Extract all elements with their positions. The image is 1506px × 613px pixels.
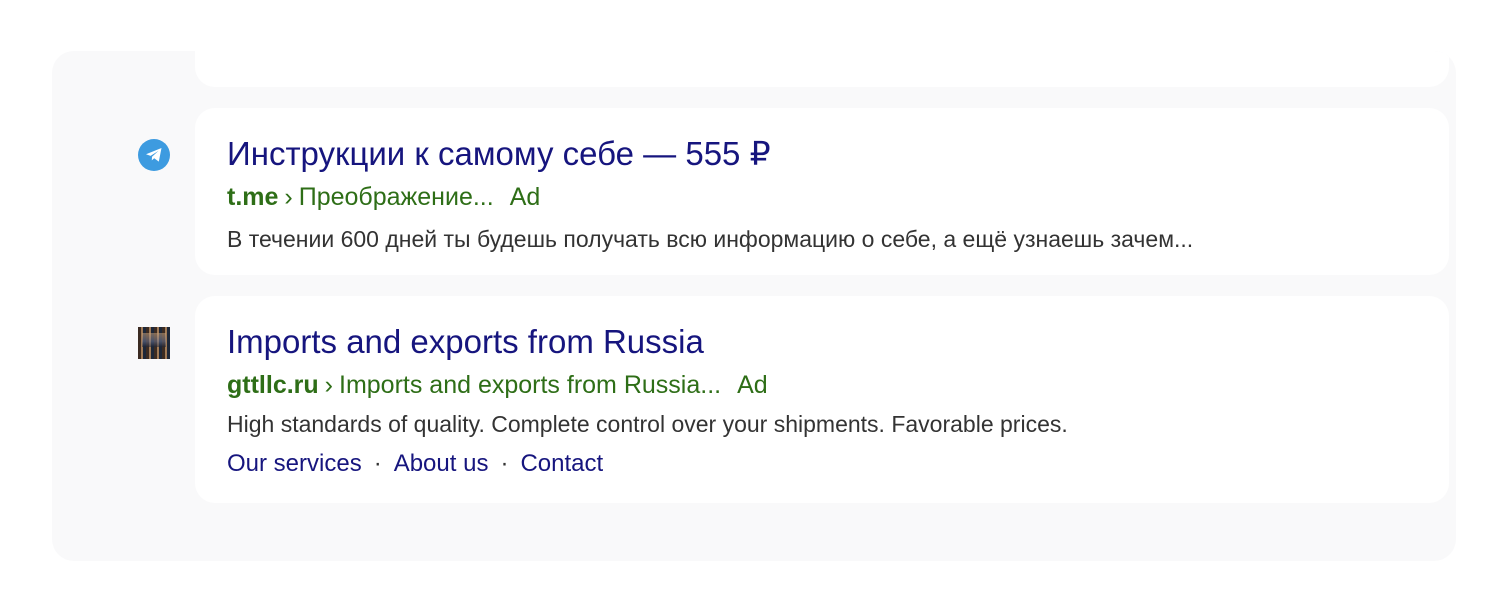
result-snippet: В течении 600 дней ты будешь получать вс… (227, 226, 1194, 252)
sitelink-contact[interactable]: Contact (520, 450, 603, 477)
ad-result-card[interactable]: Инструкции к самому себе — 555 ₽ t.me › Пр… (195, 108, 1449, 275)
sitelink-separator: · (500, 450, 509, 477)
result-snippet: High standards of quality. Complete cont… (227, 411, 1068, 437)
result-favicon (138, 139, 170, 171)
result-domain[interactable]: gttllc.ru (227, 371, 319, 399)
sitelinks: Our services · About us · Contact (227, 449, 603, 479)
ad-result-card[interactable]: Imports and exports from Russia gttllc.r… (195, 296, 1449, 503)
paper-plane-icon (146, 148, 162, 162)
telegram-icon (138, 139, 170, 171)
search-results-panel: Инструкции к самому себе — 555 ₽ t.me › Пр… (52, 51, 1456, 561)
sitelink-about-us[interactable]: About us (394, 450, 489, 477)
result-path[interactable]: Imports and exports from Russia... (339, 371, 721, 399)
result-favicon (138, 327, 170, 359)
result-domain[interactable]: t.me (227, 183, 278, 211)
sitelink-separator: · (373, 450, 382, 477)
site-thumbnail-icon (138, 327, 170, 359)
result-path[interactable]: Преображение... (299, 183, 494, 211)
result-url-line[interactable]: t.me › Преображение... Ad (227, 182, 540, 212)
breadcrumb-separator: › (324, 371, 333, 399)
result-title-link[interactable]: Imports and exports from Russia (227, 322, 704, 362)
ad-badge: Ad (509, 183, 541, 211)
result-title-link[interactable]: Инструкции к самому себе — 555 ₽ (227, 134, 771, 174)
ad-badge: Ad (737, 371, 768, 399)
sitelink-our-services[interactable]: Our services (227, 450, 362, 477)
result-url-line[interactable]: gttllc.ru › Imports and exports from Russi… (227, 370, 768, 400)
breadcrumb-separator: › (284, 183, 293, 211)
previous-result-card (195, 51, 1449, 87)
